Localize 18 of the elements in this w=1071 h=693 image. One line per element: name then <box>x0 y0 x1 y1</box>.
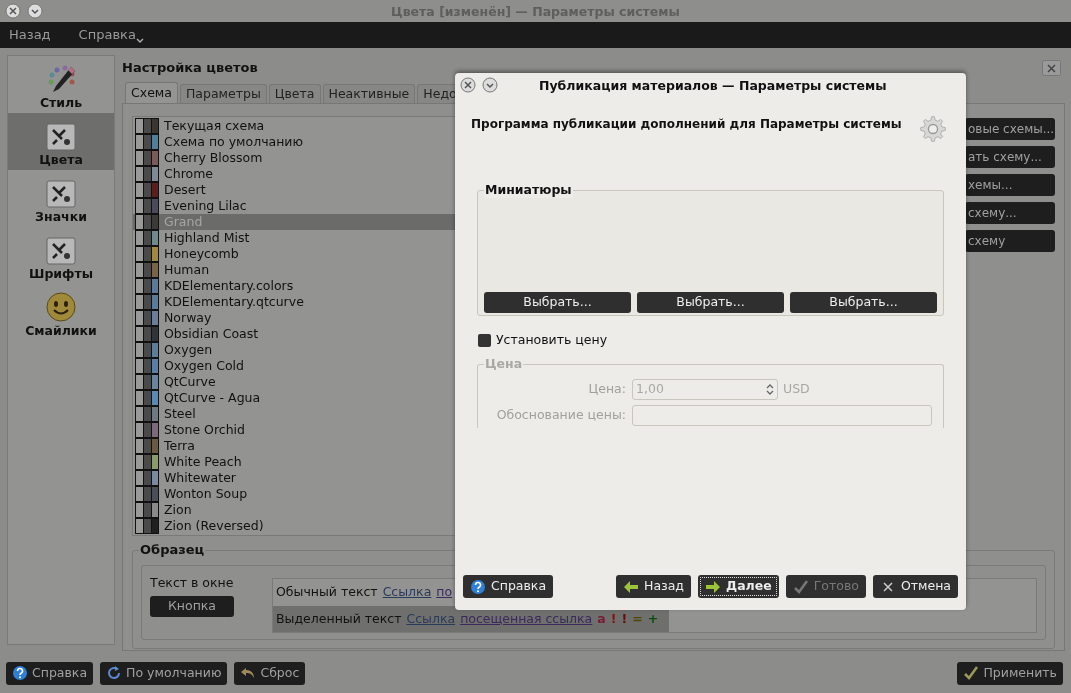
dialog-heading: Программа публикации дополнений для Параметры системы <box>471 116 902 133</box>
field-label: Обоснование цены: <box>495 406 627 425</box>
dialog-title: Публикация материалов — Параметры системы <box>539 77 887 95</box>
group-title: Миниатюры <box>484 182 573 198</box>
group-title: Цена <box>484 356 524 372</box>
sample-char: = <box>632 609 643 628</box>
sample-char: ! <box>621 609 628 628</box>
normal-text: Обычный текст <box>276 583 378 602</box>
field-label: Цена: <box>587 380 627 399</box>
group-title: Образец <box>139 542 206 559</box>
checkbox-label: Установить цену <box>496 330 608 349</box>
sample-char: a <box>597 609 606 628</box>
selected-text: Выделенный текст <box>276 609 402 628</box>
sample-char: + <box>647 609 659 628</box>
currency-label: USD <box>783 380 810 399</box>
page-title: Настройка цветов <box>122 59 258 78</box>
sample-char: ! <box>610 609 617 628</box>
window-text: Текст в окне <box>150 574 235 593</box>
